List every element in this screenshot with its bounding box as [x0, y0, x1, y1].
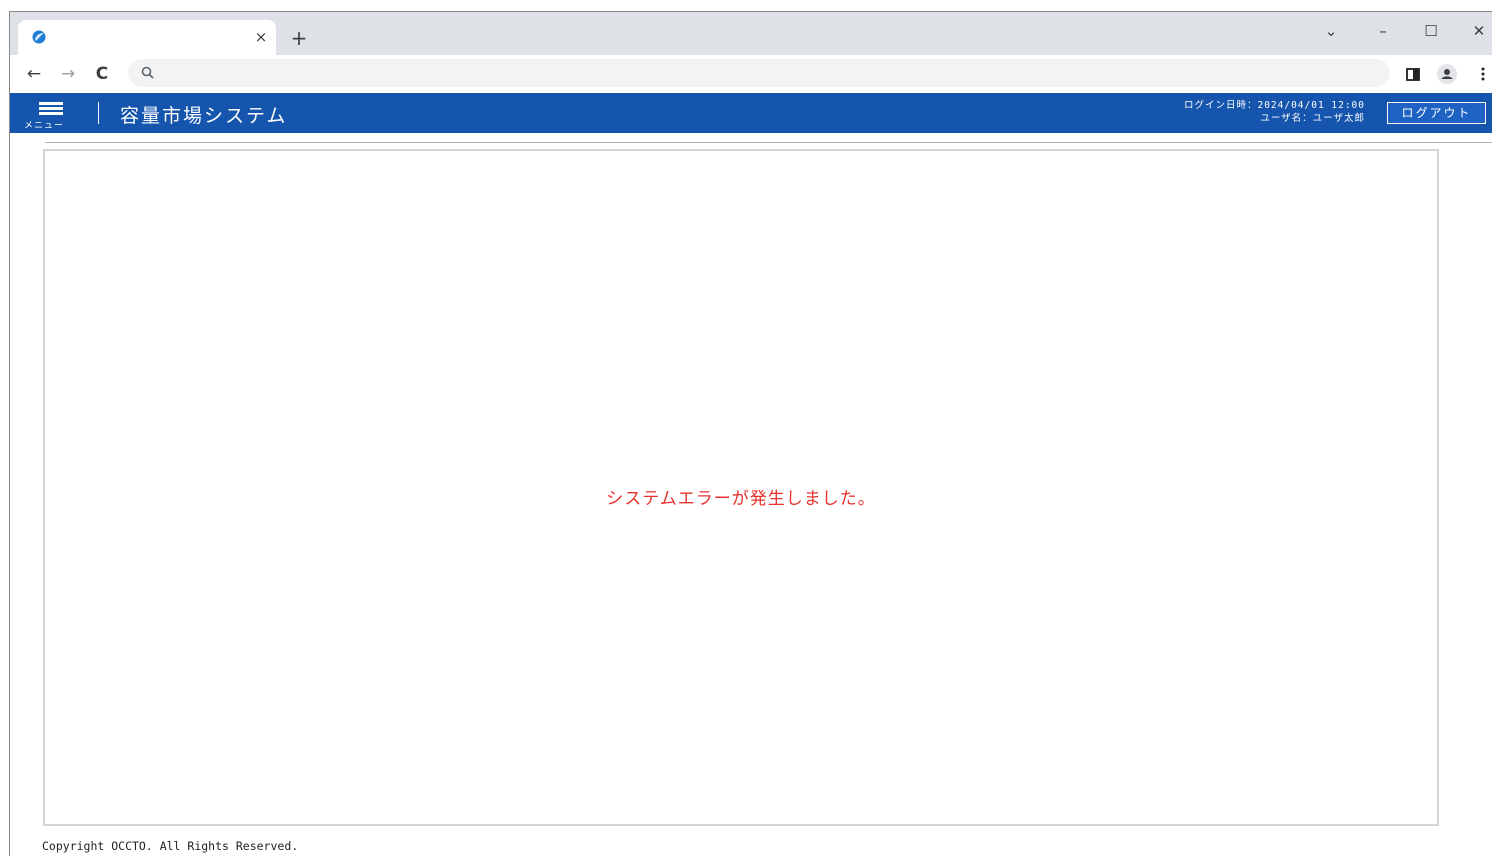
- search-icon: [141, 66, 154, 79]
- reload-button[interactable]: C: [91, 63, 113, 85]
- logout-button[interactable]: ログアウト: [1387, 102, 1486, 124]
- login-info: ログイン日時：2024/04/01 12:00 ユーザ名：ユーザ太郎: [1184, 99, 1365, 125]
- error-message: システムエラーが発生しました。: [606, 489, 876, 509]
- browser-window: × + ⌄ – ☐ ✕ ← → C メニュー 容量市場システム ログイン日時：2…: [9, 11, 1492, 856]
- tab-strip: × + ⌄ – ☐ ✕: [10, 12, 1492, 55]
- forward-button[interactable]: →: [57, 63, 79, 85]
- close-window-button[interactable]: ✕: [1464, 18, 1492, 44]
- header-divider: [98, 102, 99, 124]
- more-icon[interactable]: [1472, 63, 1492, 85]
- content-divider: [45, 142, 1492, 143]
- new-tab-button[interactable]: +: [288, 27, 310, 49]
- profile-icon[interactable]: [1436, 63, 1458, 85]
- tab-search-chevron-icon[interactable]: ⌄: [1316, 18, 1346, 44]
- browser-toolbar: ← → C: [10, 55, 1492, 93]
- minimize-button[interactable]: –: [1368, 18, 1398, 44]
- maximize-button[interactable]: ☐: [1416, 18, 1446, 44]
- browser-tab[interactable]: ×: [18, 20, 276, 55]
- side-panel-icon[interactable]: [1402, 63, 1424, 85]
- login-datetime: ログイン日時：2024/04/01 12:00: [1183, 100, 1365, 111]
- menu-button[interactable]: メニュー: [22, 99, 72, 131]
- copyright-text: Copyright OCCTO. All Rights Reserved.: [42, 839, 299, 853]
- user-name: ユーザ名：ユーザ太郎: [1260, 113, 1365, 124]
- app-favicon-icon: [32, 30, 46, 44]
- tab-close-icon[interactable]: ×: [251, 27, 271, 47]
- app-header: メニュー 容量市場システム ログイン日時：2024/04/01 12:00 ユー…: [10, 93, 1492, 133]
- menu-label: メニュー: [24, 121, 65, 131]
- main-panel: システムエラーが発生しました。: [43, 149, 1439, 826]
- hamburger-icon: [39, 102, 63, 116]
- address-bar[interactable]: [128, 59, 1390, 87]
- page-title: 容量市場システム: [120, 105, 288, 127]
- back-button[interactable]: ←: [23, 63, 45, 85]
